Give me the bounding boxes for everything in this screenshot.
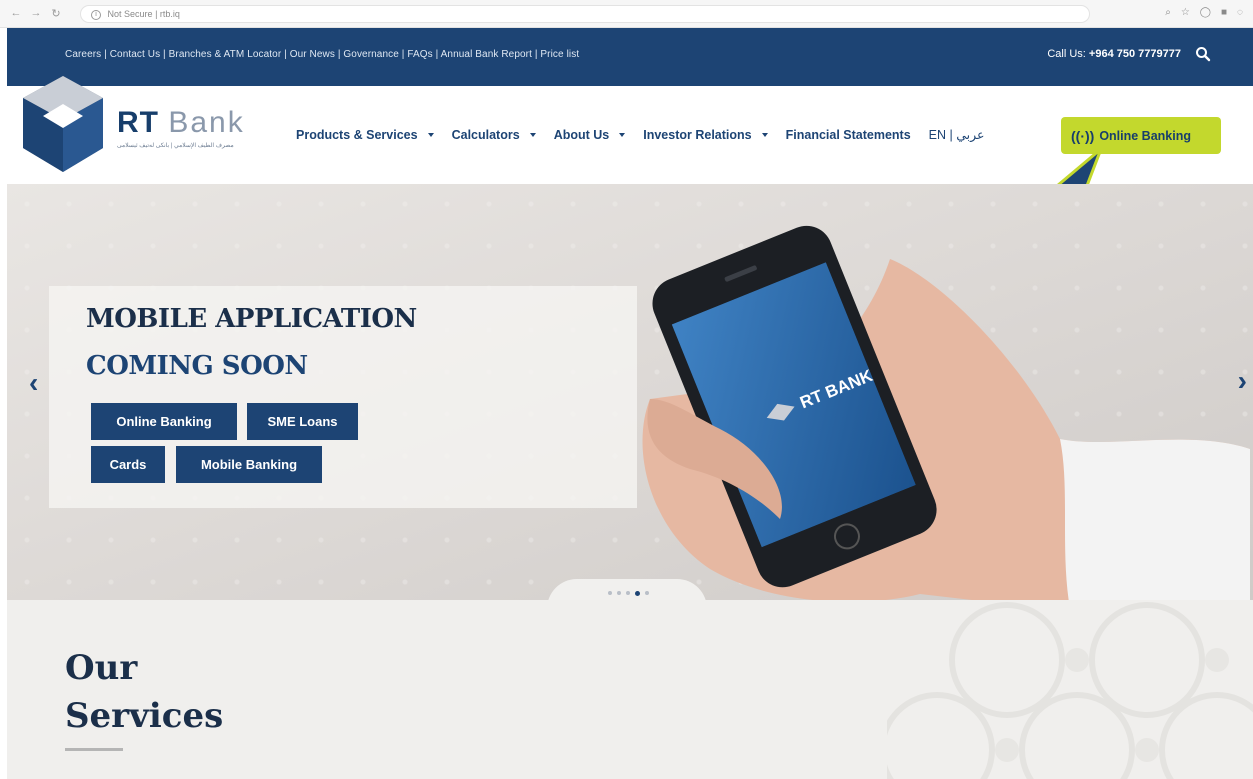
hero-online-banking-button[interactable]: Online Banking [91,403,237,440]
chevron-down-icon [619,132,626,137]
slider-dot[interactable] [608,591,612,595]
nav-financial-statements[interactable]: Financial Statements [786,128,911,142]
hero-heading: MOBILE APPLICATION [86,304,417,334]
call-number[interactable]: +964 750 7779777 [1089,48,1181,60]
title-underline [65,748,123,751]
slider-dot[interactable] [617,591,621,595]
browser-tools: ⌕ ☆ ◯ ■ ◌ [1165,7,1243,18]
slider-dot[interactable] [645,591,649,595]
nav-products-services[interactable]: Products & Services [296,128,434,142]
utility-bar: Careers | Contact Us | Branches & ATM Lo… [7,28,1253,86]
slider-dots-tab [547,579,707,600]
online-banking-label: Online Banking [1099,128,1191,143]
utility-links[interactable]: Careers | Contact Us | Branches & ATM Lo… [65,49,579,60]
chevron-down-icon [427,132,434,137]
hero-cards-button[interactable]: Cards [91,446,165,483]
forward-icon[interactable]: → [30,7,42,20]
phone-in-hand-image: RT BANK [642,225,1250,600]
nav-calculators[interactable]: Calculators [452,128,536,142]
back-icon[interactable]: ← [10,7,22,20]
url-text: rtb.iq [159,9,180,19]
services-title: Our Services [65,648,224,736]
search-icon[interactable] [1195,46,1211,62]
hero-subheading: COMING SOON [86,351,308,381]
browser-nav: ← → ↻ [10,7,62,20]
chevron-down-icon [761,132,768,137]
brand: RT Bank مصرف الطيف الإسلامي | بانكی لەتی… [117,106,245,149]
ornament-pattern [887,602,1253,779]
services-section: Our Services [7,600,1253,779]
zoom-icon[interactable]: ⌕ [1165,7,1171,18]
signal-icon: ((·)) [1071,127,1095,144]
info-icon: i [91,9,101,20]
extension-icon[interactable]: ◯ [1200,7,1211,18]
star-icon[interactable]: ☆ [1181,7,1190,18]
hero-slider: RT BANK MOBILE APPLICATION COMING SOON O… [7,184,1253,600]
hero-mobile-banking-button[interactable]: Mobile Banking [176,446,322,483]
main-nav: Products & Services Calculators About Us… [296,127,1003,143]
nav-about-us[interactable]: About Us [554,128,626,142]
security-label: Not Secure [107,9,153,19]
brand-name: RT Bank [117,106,245,139]
slider-dot[interactable] [635,591,640,596]
slider-prev-icon[interactable]: ‹ [29,367,38,399]
nav-investor-relations[interactable]: Investor Relations [643,128,768,142]
slider-next-icon[interactable]: › [1238,365,1247,397]
hero-sme-loans-button[interactable]: SME Loans [247,403,358,440]
rt-bank-logo[interactable] [21,74,105,174]
address-bar[interactable]: i Not Secure | rtb.iq [80,5,1090,23]
slider-dots [608,591,649,596]
slider-dot[interactable] [626,591,630,595]
reload-icon[interactable]: ↻ [50,7,62,20]
profile-icon[interactable]: ◌ [1237,7,1243,18]
brand-tagline: مصرف الطيف الإسلامي | بانكی لەتیف ئیسلام… [117,143,234,149]
extension-icon[interactable]: ■ [1221,7,1227,18]
language-switch[interactable]: EN | عربي [929,127,985,142]
browser-toolbar: ← → ↻ i Not Secure | rtb.iq ⌕ ☆ ◯ ■ ◌ [0,0,1253,28]
call-label: Call Us: [1047,48,1086,60]
call-us: Call Us: +964 750 7779777 [1047,48,1181,60]
chevron-down-icon [529,132,536,137]
